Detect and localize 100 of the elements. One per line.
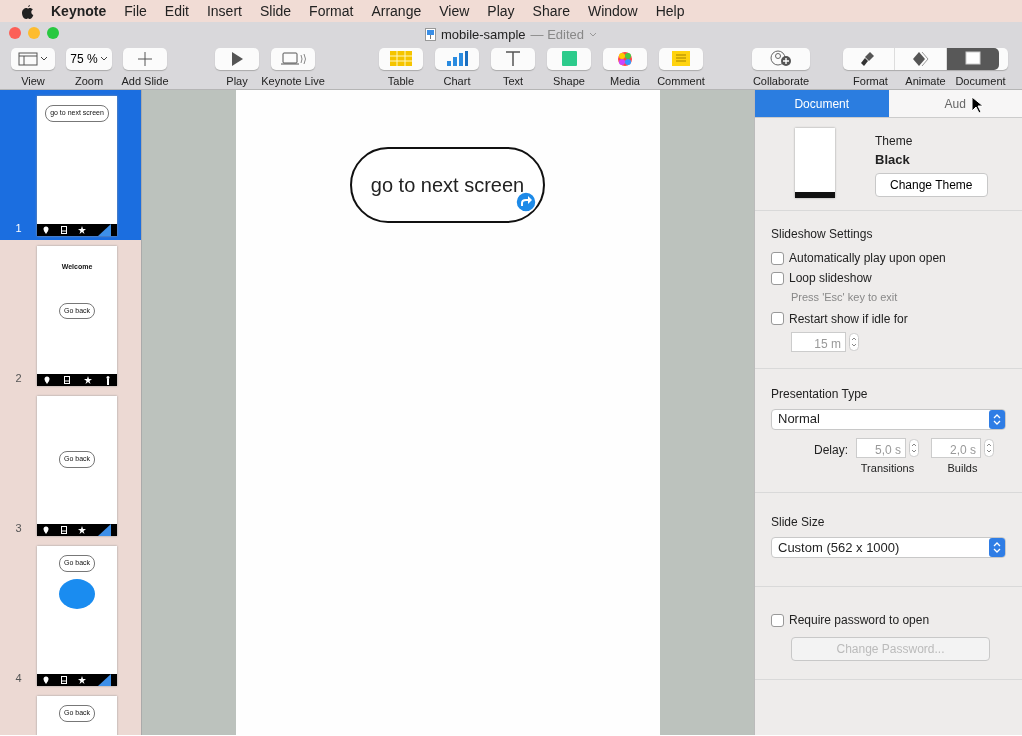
section-heading: Slideshow Settings [771, 226, 874, 243]
menu-item[interactable]: Format [300, 0, 363, 22]
view-button[interactable] [11, 48, 55, 70]
caret-icon[interactable] [589, 32, 597, 38]
window-title: mobile-sample [441, 26, 526, 44]
panel-icon [964, 51, 982, 67]
field-caption: Builds [947, 460, 978, 476]
bar-chart-icon [446, 51, 468, 67]
comment-button[interactable] [659, 48, 703, 70]
menu-item[interactable]: File [115, 0, 156, 22]
checkbox-label: Restart show if idle for [789, 310, 908, 328]
menu-item[interactable]: Slide [250, 0, 301, 22]
play-button[interactable] [215, 48, 259, 70]
toolbar-label: Animate [904, 74, 947, 89]
toolbar-label: View [21, 73, 45, 89]
toolbar-label: Zoom [74, 73, 104, 89]
toolbar-label: Text [502, 73, 524, 89]
zoom-button[interactable] [47, 27, 59, 39]
document-icon [425, 28, 436, 42]
mode-tab[interactable] [947, 48, 999, 70]
checkbox-label: Require password to open [789, 612, 930, 629]
close-button[interactable] [9, 27, 21, 39]
delay-label: Delay: [814, 441, 848, 459]
book-icon [64, 376, 70, 384]
checkbox[interactable] [771, 312, 784, 325]
plus-icon [138, 51, 152, 66]
chart-button[interactable] [435, 48, 479, 70]
toolbar-label: Keynote Live [261, 73, 325, 89]
section-heading: Presentation Type [771, 385, 869, 403]
stepper-icon[interactable] [984, 438, 994, 457]
star-icon [78, 226, 87, 234]
dropdown[interactable]: Normal [771, 408, 1006, 430]
book-icon [60, 226, 67, 234]
apple-menu-icon[interactable] [20, 3, 34, 19]
toolbar-label: Media [610, 73, 640, 89]
text-icon [505, 50, 521, 67]
toolbar-label: Add Slide [121, 73, 169, 89]
layout-icon [18, 51, 38, 66]
slide-number: 2 [14, 370, 23, 386]
pin-icon [44, 376, 50, 384]
stepper-icon[interactable] [849, 332, 859, 351]
keynote-live-button[interactable] [271, 48, 315, 70]
menu-item[interactable]: Play [478, 0, 524, 22]
zoom-menu[interactable]: 75 % [66, 48, 112, 70]
checkbox-label: Automatically play upon open [789, 250, 946, 267]
slide-number: 4 [14, 670, 23, 686]
pin-icon [42, 676, 49, 684]
checkbox-label: Loop slideshow [789, 270, 872, 287]
field-caption: Transitions [860, 460, 915, 476]
menu-item[interactable]: View [430, 0, 479, 22]
menu-item[interactable]: Insert [197, 0, 251, 22]
menu-item[interactable]: Edit [155, 0, 198, 22]
stepper-icon[interactable] [909, 438, 919, 457]
slide-button[interactable]: go to next screen [350, 147, 545, 223]
toolbar-label: Format [852, 74, 889, 89]
media-button[interactable] [603, 48, 647, 70]
book-icon [60, 676, 67, 684]
inspector-tab[interactable]: Document [755, 90, 889, 117]
dropdown[interactable]: Custom (562 x 1000) [771, 537, 1006, 558]
diamond-icon [912, 51, 929, 67]
pin-icon [42, 526, 49, 534]
pin-icon [42, 226, 49, 234]
slide-number: 1 [14, 220, 23, 236]
hint-text: Press 'Esc' key to exit [790, 290, 899, 305]
add-slide-button[interactable] [123, 48, 167, 70]
change-theme-button[interactable]: Change Theme [875, 172, 988, 197]
play-icon [231, 51, 243, 66]
shape-button[interactable] [547, 48, 591, 70]
toolbar-label: Collaborate [752, 73, 810, 89]
star-icon [78, 526, 87, 534]
text-button[interactable] [491, 48, 535, 70]
inspector-tab[interactable]: Aud [888, 90, 1022, 117]
toolbar-label: Chart [443, 73, 471, 89]
toolbar-label: Play [226, 73, 248, 89]
checkbox[interactable] [771, 271, 784, 285]
theme-thumbnail [795, 128, 835, 198]
table-button[interactable] [379, 48, 423, 70]
caret-icon [99, 56, 108, 62]
person-add-icon [770, 50, 792, 68]
table-icon [390, 51, 412, 67]
menu-item[interactable]: Help [646, 0, 694, 22]
checkbox[interactable] [771, 251, 784, 265]
menu-item[interactable]: Arrange [362, 0, 431, 22]
zoom-value: 75 % [70, 50, 98, 68]
menu-item[interactable]: Share [523, 0, 579, 22]
toolbar-label: Comment [657, 73, 705, 89]
square-icon [561, 51, 577, 67]
brush-icon [860, 51, 877, 67]
laptop-broadcast-icon [280, 51, 306, 66]
toolbar-label: Table [387, 73, 415, 89]
toolbar-label: Document [954, 74, 1007, 89]
pointer-icon [971, 96, 983, 114]
star-icon [84, 376, 92, 384]
toolbar-label: Shape [553, 73, 585, 89]
theme-name: Black [875, 151, 911, 169]
flower-icon [617, 50, 633, 67]
collaborate-button[interactable] [752, 48, 810, 70]
app-menu[interactable]: Keynote [42, 0, 116, 22]
section-heading: Slide Size [771, 514, 826, 531]
menu-item[interactable]: Window [578, 0, 647, 22]
